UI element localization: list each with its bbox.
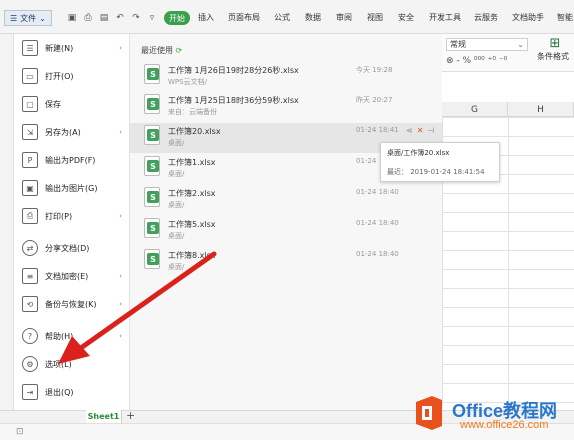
- annotation-arrow: [58, 251, 217, 364]
- status-icon[interactable]: ⊡: [16, 427, 24, 437]
- office-logo: [416, 396, 442, 430]
- sheet-tab-sheet1[interactable]: Sheet1: [86, 410, 122, 423]
- watermark-url: www.office26.com: [460, 419, 549, 431]
- add-sheet-button[interactable]: +: [126, 409, 135, 422]
